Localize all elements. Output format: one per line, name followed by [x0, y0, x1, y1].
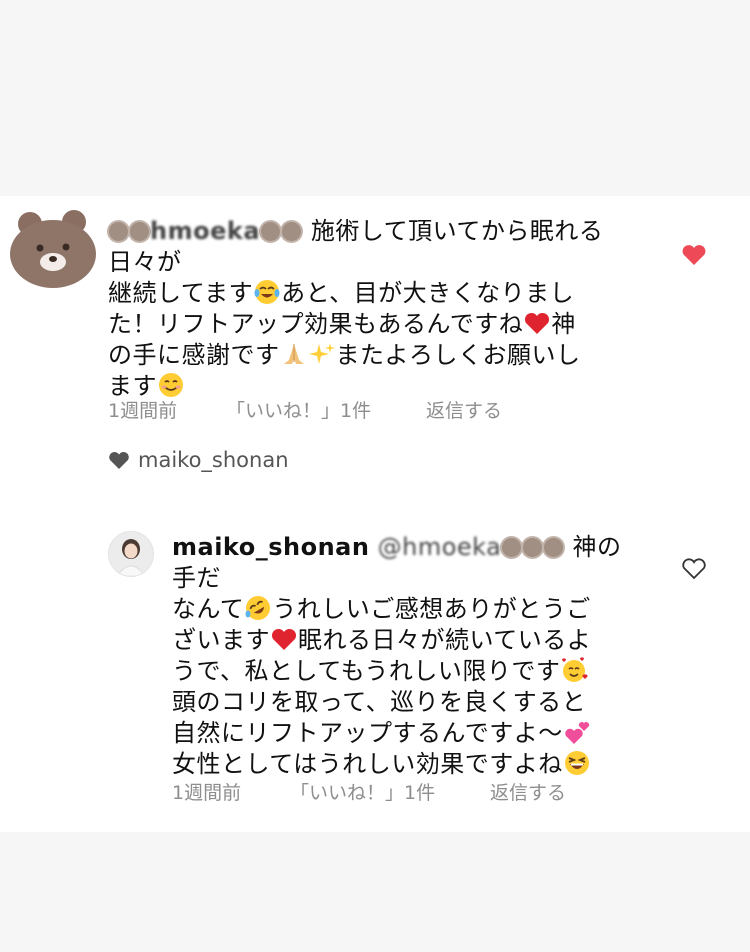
- reply-text: 頭のコリを取って、巡りを良くすると: [172, 688, 587, 716]
- reply-text: 自然にリフトアップするんですよ〜: [172, 719, 563, 747]
- mention-blot: [502, 538, 522, 557]
- creator-name: maiko_shonan: [138, 448, 289, 472]
- obscured-mention: @hmoeka: [377, 533, 502, 561]
- username-blot: [109, 222, 128, 241]
- reply-text: うれしいご感想ありがとうご: [272, 595, 591, 623]
- reply-time: 1週間前: [172, 782, 242, 804]
- folded-hands-emoji-icon: [283, 344, 304, 364]
- bottom-background: [0, 832, 750, 952]
- reply-likes-count-link[interactable]: 「いいね！」1件: [290, 778, 435, 805]
- top-background: [0, 0, 750, 196]
- reply-text: うで、私としてもうれしい限りです: [172, 657, 561, 685]
- mention-blot: [523, 538, 543, 557]
- comment-text: の手に感謝です: [108, 341, 280, 369]
- username-blot: [130, 222, 149, 241]
- mention-blot: [544, 538, 564, 557]
- reply-username[interactable]: maiko_shonan: [172, 533, 369, 561]
- red-heart-emoji-icon: [525, 312, 550, 334]
- tears-of-joy-emoji-icon: [254, 280, 280, 304]
- comment-body: hmoeka 施術して頂いてから眠れる日々が 継続してます あと、目が大きくなりま…: [108, 216, 648, 402]
- reply-avatar[interactable]: [108, 531, 154, 577]
- username-blot: [261, 222, 281, 241]
- comment-time: 1週間前: [108, 400, 178, 422]
- reply-text: 女性としてはうれしい効果ですよね: [172, 750, 563, 778]
- liked-heart-icon[interactable]: [681, 243, 707, 267]
- reply-reply-link[interactable]: 返信する: [490, 778, 566, 805]
- reply-text: なんて: [172, 595, 245, 623]
- smiling-face-emoji-icon: [159, 373, 183, 397]
- likes-count-link[interactable]: 「いいね！」1件: [226, 396, 371, 423]
- comment-text: またよろしくお願いし: [335, 341, 581, 369]
- comment-text: 継続してます: [108, 279, 254, 307]
- username-blot: [282, 222, 302, 241]
- reply-text: 眠れる日々が続いているよ: [298, 626, 592, 654]
- reply-body: maiko_shonan @hmoeka 神の手だ なんて うれしいご感想ありがと…: [172, 532, 642, 780]
- two-hearts-emoji-icon: [565, 722, 589, 744]
- obscured-username: hmoeka: [150, 217, 261, 245]
- creator-heart-icon: [109, 451, 129, 469]
- reply-text: ざいます: [172, 626, 270, 654]
- bear-avatar-icon[interactable]: [8, 210, 100, 290]
- grinning-squinting-face-emoji-icon: [564, 751, 589, 775]
- like-heart-outline-icon[interactable]: [681, 557, 707, 581]
- reply-link[interactable]: 返信する: [426, 396, 502, 423]
- smiling-face-with-hearts-emoji-icon: [562, 657, 588, 682]
- comment-text: あと、目が大きくなりまし: [281, 279, 575, 307]
- comment-text: 神: [551, 310, 576, 338]
- sparkles-emoji-icon: [308, 343, 335, 364]
- comments-card: hmoeka 施術して頂いてから眠れる日々が 継続してます あと、目が大きくなりま…: [0, 196, 750, 832]
- reply-mention[interactable]: @hmoeka: [378, 533, 565, 561]
- red-heart-emoji-icon: [271, 628, 297, 650]
- comment-username[interactable]: hmoeka: [108, 217, 311, 245]
- rolling-on-floor-laughing-emoji-icon: [245, 596, 271, 620]
- comment-text: た！リフトアップ効果もあるんですね: [108, 310, 524, 338]
- person-avatar-icon: [109, 532, 153, 576]
